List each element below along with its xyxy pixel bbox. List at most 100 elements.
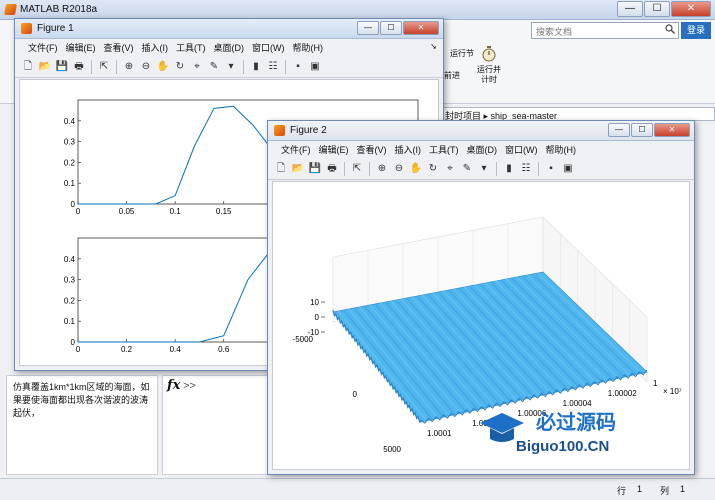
toolbar-separator <box>91 59 92 74</box>
function-browser-icon[interactable]: fx <box>167 378 180 393</box>
y-tick-label: 0.4 <box>64 117 76 126</box>
link-icon[interactable]: ▾ <box>224 60 238 74</box>
hide-plot-tools-icon[interactable]: ▪ <box>291 60 305 74</box>
insert-legend-icon[interactable]: ☷ <box>266 60 280 74</box>
menu-view[interactable]: 查看(V) <box>354 142 390 158</box>
figure2-maximize-button[interactable]: ☐ <box>631 123 653 137</box>
x-tick-label: 0.05 <box>119 207 135 216</box>
save-icon[interactable]: 💾 <box>308 162 322 176</box>
row-value: 1 <box>637 484 643 494</box>
col-value: 1 <box>680 484 686 494</box>
y-tick-label: 0 <box>71 200 76 209</box>
menu-desktop[interactable]: 桌面(D) <box>464 142 501 158</box>
menu-tools[interactable]: 工具(T) <box>173 40 209 56</box>
command-window[interactable]: fx >> <box>162 375 272 475</box>
menu-edit[interactable]: 编辑(E) <box>63 40 99 56</box>
x-tick-label: 0.15 <box>216 207 232 216</box>
data-cursor-icon[interactable]: ⌖ <box>190 60 204 74</box>
col-label: 列 <box>660 486 670 496</box>
menu-window[interactable]: 窗口(W) <box>249 40 288 56</box>
z-tick-label: 0 <box>315 313 320 322</box>
open-file-icon[interactable]: 📂 <box>38 60 52 74</box>
advance-label: 前进 <box>444 71 460 80</box>
edit-plot-icon[interactable]: ⇱ <box>97 60 111 74</box>
insert-colorbar-icon[interactable]: ▮ <box>249 60 263 74</box>
zoom-in-icon[interactable]: ⊕ <box>122 60 136 74</box>
brush-icon[interactable]: ✎ <box>207 60 221 74</box>
pan-icon[interactable]: ✋ <box>409 162 423 176</box>
main-title-bar: MATLAB R2018a — ☐ ✕ <box>0 0 715 20</box>
figure1-title: Figure 1 <box>37 23 74 34</box>
rotate-icon[interactable]: ↻ <box>426 162 440 176</box>
menu-overflow-arrow-icon[interactable]: ➘ <box>430 42 437 51</box>
show-plot-tools-icon[interactable]: ▣ <box>308 60 322 74</box>
minimize-button[interactable]: — <box>617 1 643 17</box>
x-tick-label: 1 <box>653 379 658 388</box>
maximize-button[interactable]: ☐ <box>644 1 670 17</box>
y-tick-label: 5000 <box>383 445 401 454</box>
figure1-toolbar: 🗋 📂 💾 🖶 ⇱ ⊕ ⊖ ✋ ↻ ⌖ ✎ ▾ ▮ ☷ ▪ ▣ <box>15 56 443 78</box>
insert-colorbar-icon[interactable]: ▮ <box>502 162 516 176</box>
close-button[interactable]: ✕ <box>671 1 711 17</box>
zoom-out-icon[interactable]: ⊖ <box>392 162 406 176</box>
watermark-logo: 必过源码 Biguo100.CN <box>480 410 616 455</box>
menu-desktop[interactable]: 桌面(D) <box>211 40 248 56</box>
menu-window[interactable]: 窗口(W) <box>502 142 541 158</box>
link-icon[interactable]: ▾ <box>477 162 491 176</box>
pan-icon[interactable]: ✋ <box>156 60 170 74</box>
x-tick-label: 0.1 <box>170 207 182 216</box>
show-plot-tools-icon[interactable]: ▣ <box>561 162 575 176</box>
figure2-minimize-button[interactable]: — <box>608 123 630 137</box>
figure1-title-bar[interactable]: Figure 1 — ☐ ✕ <box>15 19 443 39</box>
menu-insert[interactable]: 插入(I) <box>139 40 172 56</box>
menu-file[interactable]: 文件(F) <box>25 40 61 56</box>
insert-legend-icon[interactable]: ☷ <box>519 162 533 176</box>
main-window-controls: — ☐ ✕ <box>617 1 711 17</box>
run-and-time-button[interactable]: 运行并 计时 <box>474 45 504 85</box>
figure2-close-button[interactable]: ✕ <box>654 123 690 137</box>
stopwatch-icon <box>482 46 496 62</box>
x-tick-label: 0 <box>76 345 81 354</box>
brush-icon[interactable]: ✎ <box>460 162 474 176</box>
rotate-icon[interactable]: ↻ <box>173 60 187 74</box>
figure1-minimize-button[interactable]: — <box>357 21 379 35</box>
figure2-toolbar: 🗋 📂 💾 🖶 ⇱ ⊕ ⊖ ✋ ↻ ⌖ ✎ ▾ ▮ ☷ ▪ ▣ <box>268 158 694 180</box>
new-figure-icon[interactable]: 🗋 <box>274 162 288 176</box>
figure2-menu-bar: 文件(F) 编辑(E) 查看(V) 插入(I) 工具(T) 桌面(D) 窗口(W… <box>268 142 694 158</box>
menu-insert[interactable]: 插入(I) <box>392 142 425 158</box>
figure2-title-bar[interactable]: Figure 2 — ☐ ✕ <box>268 121 694 141</box>
current-folder-address[interactable]: 封时项目 ▸ ship_sea-master <box>440 107 715 121</box>
x-tick-label: 0.4 <box>170 345 182 354</box>
figure1-maximize-button[interactable]: ☐ <box>380 21 402 35</box>
toolbar-separator <box>243 59 244 74</box>
zoom-out-icon[interactable]: ⊖ <box>139 60 153 74</box>
command-prompt: >> <box>183 380 196 392</box>
menu-help[interactable]: 帮助(H) <box>543 142 580 158</box>
print-icon[interactable]: 🖶 <box>325 162 339 176</box>
run-and-time-label: 运行并 计时 <box>477 65 501 84</box>
figure1-close-button[interactable]: ✕ <box>403 21 439 35</box>
menu-file[interactable]: 文件(F) <box>278 142 314 158</box>
menu-view[interactable]: 查看(V) <box>101 40 137 56</box>
edit-plot-icon[interactable]: ⇱ <box>350 162 364 176</box>
save-icon[interactable]: 💾 <box>55 60 69 74</box>
y-tick-label: 0 <box>71 338 76 347</box>
search-docs-input[interactable]: 搜索文档 <box>531 22 679 39</box>
open-file-icon[interactable]: 📂 <box>291 162 305 176</box>
run-section-button[interactable]: 运行节 <box>450 48 474 59</box>
advance-button[interactable]: 前进 <box>444 70 460 81</box>
login-button[interactable]: 登录 <box>681 22 711 39</box>
data-cursor-icon[interactable]: ⌖ <box>443 162 457 176</box>
run-section-label: 运行节 <box>450 49 474 58</box>
main-window-title: MATLAB R2018a <box>20 4 98 15</box>
menu-tools[interactable]: 工具(T) <box>426 142 462 158</box>
new-figure-icon[interactable]: 🗋 <box>21 60 35 74</box>
hide-plot-tools-icon[interactable]: ▪ <box>544 162 558 176</box>
menu-edit[interactable]: 编辑(E) <box>316 142 352 158</box>
zoom-in-icon[interactable]: ⊕ <box>375 162 389 176</box>
menu-help[interactable]: 帮助(H) <box>290 40 327 56</box>
search-icon[interactable] <box>665 24 675 34</box>
print-icon[interactable]: 🖶 <box>72 60 86 74</box>
y-tick-label: 0 <box>353 390 358 399</box>
row-label: 行 <box>617 486 627 496</box>
